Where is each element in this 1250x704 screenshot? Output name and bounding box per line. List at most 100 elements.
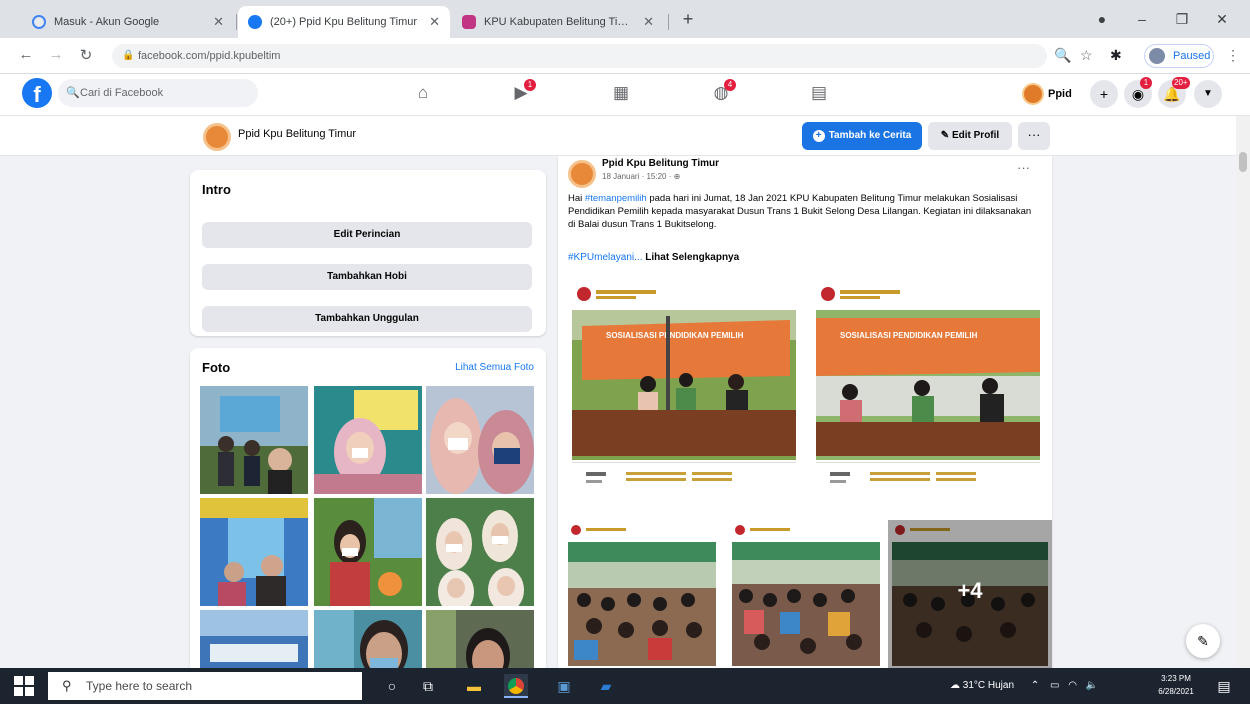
windows-start-icon[interactable] — [14, 676, 34, 696]
weather-cloud-icon[interactable]: ☁ — [950, 680, 963, 691]
wifi-icon[interactable]: ◠ — [1068, 680, 1077, 691]
taskbar-search-placeholder: Type here to search — [86, 679, 193, 693]
page-header-bar: Ppid Kpu Belitung Timur + Tambah ke Cerit… — [0, 116, 1250, 156]
forward-arrow-icon[interactable]: → — [46, 46, 66, 63]
audience-tent-photo-image — [564, 520, 720, 668]
more-options-button[interactable]: ··· — [1018, 122, 1050, 150]
close-tab-icon[interactable]: ✕ — [429, 14, 440, 30]
page-name[interactable]: Ppid Kpu Belitung Timur — [238, 128, 356, 140]
photo-thumbnail[interactable] — [426, 610, 534, 668]
account-chevron-down-icon[interactable]: ▼ — [1194, 80, 1222, 108]
messenger-icon[interactable]: ◉ 1 — [1124, 77, 1152, 108]
cortana-circle-icon[interactable]: ○ — [380, 674, 404, 698]
bookmark-star-icon[interactable]: ☆ — [1080, 47, 1093, 64]
new-message-compose-icon[interactable]: ✎ — [1186, 624, 1220, 658]
volume-icon[interactable]: 🔈 — [1086, 680, 1098, 691]
post-timestamp[interactable]: 18 Januari · 15:20 · ⊕ — [602, 172, 680, 181]
post-photo[interactable] — [564, 520, 720, 668]
close-tab-icon[interactable]: ✕ — [213, 14, 224, 30]
notification-center-icon[interactable]: ▤ — [1212, 674, 1236, 698]
banner-text: SOSIALISASI PENDIDIKAN PEMILIH — [606, 331, 744, 340]
photo-thumbnail[interactable] — [426, 386, 534, 494]
tab-title: KPU Kabupaten Belitung Timur — [484, 16, 636, 28]
post-photo[interactable]: SOSIALISASI PENDIDIKAN PEMILIH — [810, 276, 1046, 496]
post-author-name[interactable]: Ppid Kpu Belitung Timur — [602, 158, 719, 169]
app-icon[interactable]: ▣ — [552, 674, 576, 698]
new-tab-button[interactable]: + — [668, 6, 708, 32]
selfie-photo-image — [426, 610, 534, 668]
extensions-puzzle-icon[interactable]: ✱ — [1110, 47, 1122, 64]
create-plus-icon[interactable]: + — [1090, 80, 1118, 108]
minimize-button[interactable]: – — [1122, 6, 1162, 32]
facebook-favicon-icon — [248, 15, 262, 29]
hashtag-link[interactable]: #KPUmelayani... — [568, 252, 642, 263]
zoom-icon[interactable]: 🔍 — [1054, 47, 1071, 64]
facebook-logo[interactable]: f — [22, 78, 52, 108]
watch-icon[interactable]: ▶ 1 — [508, 79, 536, 105]
edit-profile-button[interactable]: ✎ Edit Profil — [928, 122, 1012, 150]
photo-thumbnail[interactable] — [200, 386, 308, 494]
task-view-icon[interactable]: ⧉ — [416, 674, 440, 698]
back-arrow-icon[interactable]: ← — [16, 46, 36, 63]
add-featured-button[interactable]: Tambahkan Unggulan — [202, 306, 532, 332]
browser-tab-facebook[interactable]: (20+) Ppid Kpu Belitung Timur ✕ — [238, 6, 450, 38]
browser-menu-dot-icon[interactable]: ● — [1082, 6, 1122, 32]
photo-thumbnail[interactable] — [426, 498, 534, 606]
photo-thumbnail[interactable] — [314, 386, 422, 494]
profile-avatar — [1022, 83, 1044, 105]
profile-paused-button[interactable]: Paused — [1144, 44, 1214, 68]
weather-text[interactable]: 31°C Hujan — [963, 680, 1014, 691]
clock-time: 3:23 PM — [1161, 674, 1191, 683]
add-hobbies-button[interactable]: Tambahkan Hobi — [202, 264, 532, 290]
photo-thumbnail[interactable] — [314, 610, 422, 668]
photo-thumbnail[interactable] — [200, 610, 308, 668]
hashtag-link[interactable]: #temanpemilih — [585, 193, 647, 204]
tray-chevron-up-icon[interactable]: ⌃ — [1031, 680, 1039, 691]
restore-button[interactable]: ❐ — [1162, 6, 1202, 32]
word-icon[interactable]: ▰ — [594, 674, 618, 698]
post-photo-more[interactable]: +4 — [888, 520, 1052, 668]
page-avatar[interactable] — [203, 123, 231, 151]
chrome-icon[interactable] — [504, 674, 528, 698]
address-bar[interactable]: 🔒 facebook.com/ppid.kpubeltim — [112, 44, 1047, 68]
see-all-photos-link[interactable]: Lihat Semua Foto — [455, 362, 534, 373]
news-feed-icon[interactable]: ▤ — [806, 83, 832, 105]
gaming-icon[interactable]: ◍ 4 — [708, 79, 736, 105]
home-icon[interactable]: ⌂ — [410, 83, 436, 105]
intro-card: Intro Edit Perincian Tambahkan Hobi Tamb… — [190, 170, 546, 336]
system-tray: ☁ 31°C Hujan ⌃ ▭ ◠ 🔈 — [950, 668, 1098, 704]
browser-tab-instagram[interactable]: KPU Kabupaten Belitung Timur ✕ — [452, 6, 664, 38]
close-window-button[interactable]: ✕ — [1202, 6, 1242, 32]
post-body-text: Hai #temanpemilih pada hari ini Jumat, 1… — [568, 192, 1040, 231]
taskbar-clock[interactable]: 3:23 PM 6/28/2021 — [1152, 672, 1200, 698]
close-tab-icon[interactable]: ✕ — [643, 14, 654, 30]
post-photo[interactable]: SOSIALISASI PENDIDIKAN PEMILIH — [566, 276, 802, 496]
profile-shortcut[interactable]: Ppid — [1022, 82, 1072, 106]
lock-icon: 🔒 — [122, 50, 135, 61]
facebook-search-input[interactable]: 🔍 Cari di Facebook — [58, 79, 258, 107]
post-photo[interactable] — [728, 520, 884, 668]
file-explorer-icon[interactable]: ▬ — [462, 674, 486, 698]
photos-title: Foto — [202, 360, 231, 375]
search-icon: 🔍 — [66, 87, 80, 99]
post-options-icon[interactable]: ··· — [1017, 160, 1030, 175]
profile-avatar — [1149, 48, 1165, 64]
marketplace-icon[interactable]: ▦ — [608, 83, 634, 105]
browser-kebab-menu-icon[interactable]: ⋮ — [1226, 47, 1240, 64]
paused-label: Paused — [1173, 50, 1211, 62]
see-more-link[interactable]: Lihat Selengkapnya — [645, 252, 739, 263]
browser-tab-google[interactable]: Masuk - Akun Google ✕ — [22, 6, 234, 38]
network-icon[interactable]: ▭ — [1050, 680, 1059, 691]
hijab-woman-photo-image — [314, 386, 422, 494]
taskbar-search-input[interactable]: ⚲ Type here to search — [48, 672, 362, 700]
photo-thumbnail[interactable] — [200, 498, 308, 606]
scrollbar-thumb[interactable] — [1239, 152, 1247, 172]
page-scrollbar[interactable] — [1236, 116, 1250, 668]
reload-icon[interactable]: ↻ — [76, 46, 96, 64]
notifications-bell-icon[interactable]: 🔔 20+ — [1158, 77, 1190, 108]
add-to-story-button[interactable]: + Tambah ke Cerita — [802, 122, 922, 150]
photo-thumbnail[interactable] — [314, 498, 422, 606]
post-body-prefix: Hai — [568, 193, 585, 204]
edit-details-button[interactable]: Edit Perincian — [202, 222, 532, 248]
post-author-avatar[interactable] — [568, 160, 596, 188]
